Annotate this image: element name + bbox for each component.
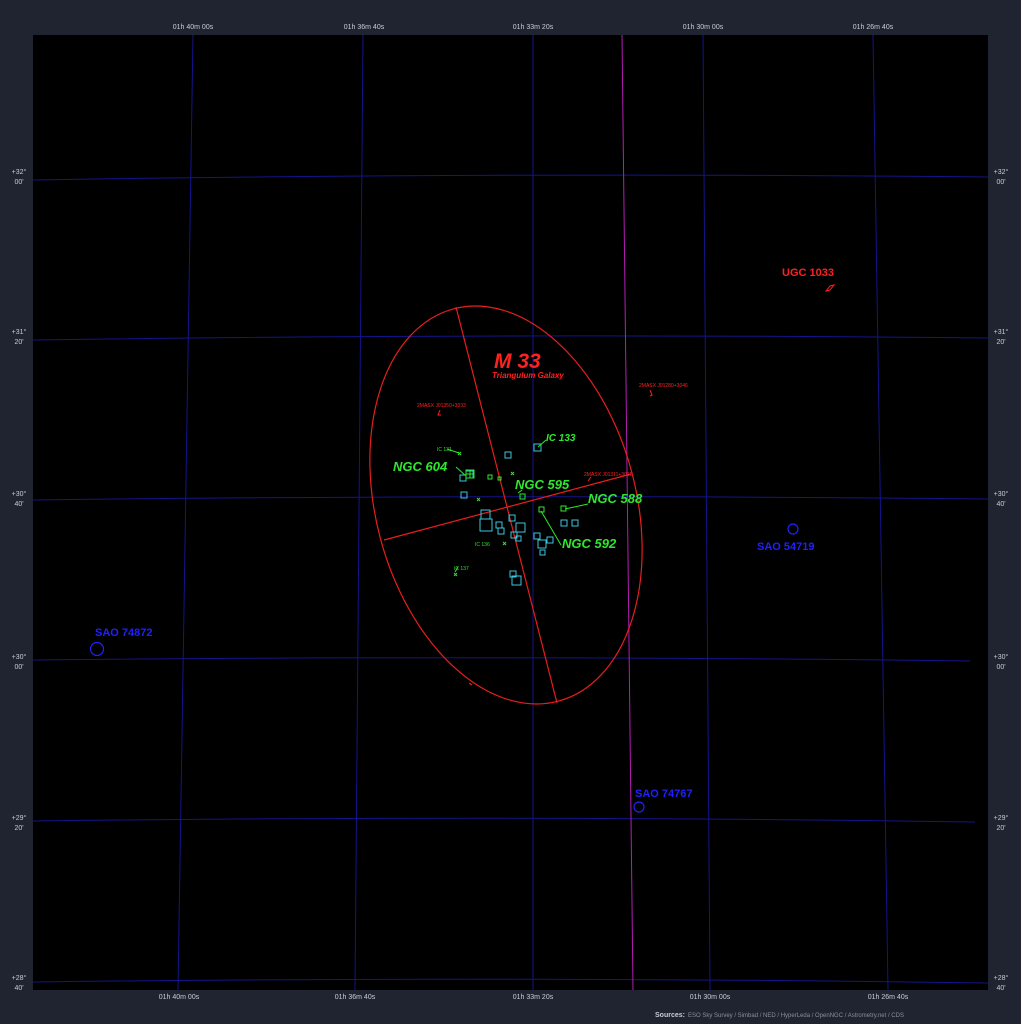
ra-tick-label: 01h 36m 40s xyxy=(344,24,385,31)
m33-common-name: Triangulum Galaxy xyxy=(492,371,564,380)
dec-tick-label: 00' xyxy=(996,664,1005,671)
dec-tick-label: 00' xyxy=(996,179,1005,186)
dec-tick-label: 20' xyxy=(996,339,1005,346)
dec-tick-label: +30° xyxy=(12,653,27,661)
sources-text: ESO Sky Survey / Simbad / NED / HyperLed… xyxy=(688,1013,904,1019)
star-label-sao74767: SAO 74767 xyxy=(635,788,692,800)
ra-tick-label: 01h 40m 00s xyxy=(159,994,200,1001)
dec-tick-label: 00' xyxy=(14,664,23,671)
sky-chart: 01h 40m 00s 01h 36m 40s 01h 33m 20s 01h … xyxy=(12,24,1009,1019)
ra-tick-label: 01h 33m 20s xyxy=(513,994,554,1001)
m33-title: M 33 xyxy=(494,350,541,373)
dec-tick-label: +32° xyxy=(994,168,1009,176)
dec-tick-label: 40' xyxy=(14,501,23,508)
object-label-ngc588: NGC 588 xyxy=(588,491,643,506)
object-label-small: IC 131 xyxy=(437,447,452,453)
ra-tick-label: 01h 40m 00s xyxy=(173,24,214,31)
ra-tick-label: 01h 26m 40s xyxy=(853,24,894,31)
object-label-small-red: 2MASX J01350+3033 xyxy=(417,403,466,409)
dec-tick-label: 20' xyxy=(996,825,1005,832)
dec-tick-label: 40' xyxy=(14,985,23,992)
object-label-ic133: IC 133 xyxy=(546,433,576,444)
object-label-small: IC 137 xyxy=(454,566,469,572)
dec-tick-label: 40' xyxy=(996,985,1005,992)
ra-tick-label: 01h 30m 00s xyxy=(690,994,731,1001)
object-label-ngc595: NGC 595 xyxy=(515,477,570,492)
ra-tick-label: 01h 26m 40s xyxy=(868,994,909,1001)
dec-tick-label: 00' xyxy=(14,179,23,186)
dec-tick-label: 40' xyxy=(996,501,1005,508)
object-label-ugc1033: UGC 1033 xyxy=(782,267,834,279)
dec-tick-label: +29° xyxy=(994,814,1009,822)
dec-tick-label: +32° xyxy=(12,168,27,176)
star-label-sao74872: SAO 74872 xyxy=(95,627,152,639)
dec-tick-label: +28° xyxy=(12,974,27,982)
dec-tick-label: +30° xyxy=(994,490,1009,498)
dec-tick-label: 20' xyxy=(14,825,23,832)
object-label-small-red: 2MASX J01280+3046 xyxy=(639,383,688,389)
object-label-ngc604: NGC 604 xyxy=(393,459,448,474)
ra-tick-label: 01h 36m 40s xyxy=(335,994,376,1001)
dec-tick-label: +31° xyxy=(12,328,27,336)
object-label-ngc592: NGC 592 xyxy=(562,536,617,551)
dec-tick-label: +31° xyxy=(994,328,1009,336)
dec-tick-label: +30° xyxy=(12,490,27,498)
ra-labels-top: 01h 40m 00s 01h 36m 40s 01h 33m 20s 01h … xyxy=(173,24,894,31)
dec-labels-right: +32° 00' +31° 20' +30° 40' +30° 00' +29°… xyxy=(994,168,1009,992)
dec-labels-left: +32° 00' +31° 20' +30° 40' +30° 00' +29°… xyxy=(12,168,27,992)
dec-tick-label: +28° xyxy=(994,974,1009,982)
ra-tick-label: 01h 33m 20s xyxy=(513,24,554,31)
object-label-small-red: 2MASX J01311+3015 xyxy=(584,472,633,478)
sources-label: Sources: xyxy=(655,1012,685,1019)
star-label-sao54719: SAO 54719 xyxy=(757,541,814,553)
object-label-small: IC 136 xyxy=(475,542,490,548)
ra-labels-bottom: 01h 40m 00s 01h 36m 40s 01h 33m 20s 01h … xyxy=(159,994,909,1001)
dec-tick-label: +30° xyxy=(994,653,1009,661)
dec-tick-label: 20' xyxy=(14,339,23,346)
ra-tick-label: 01h 30m 00s xyxy=(683,24,724,31)
dec-tick-label: +29° xyxy=(12,814,27,822)
